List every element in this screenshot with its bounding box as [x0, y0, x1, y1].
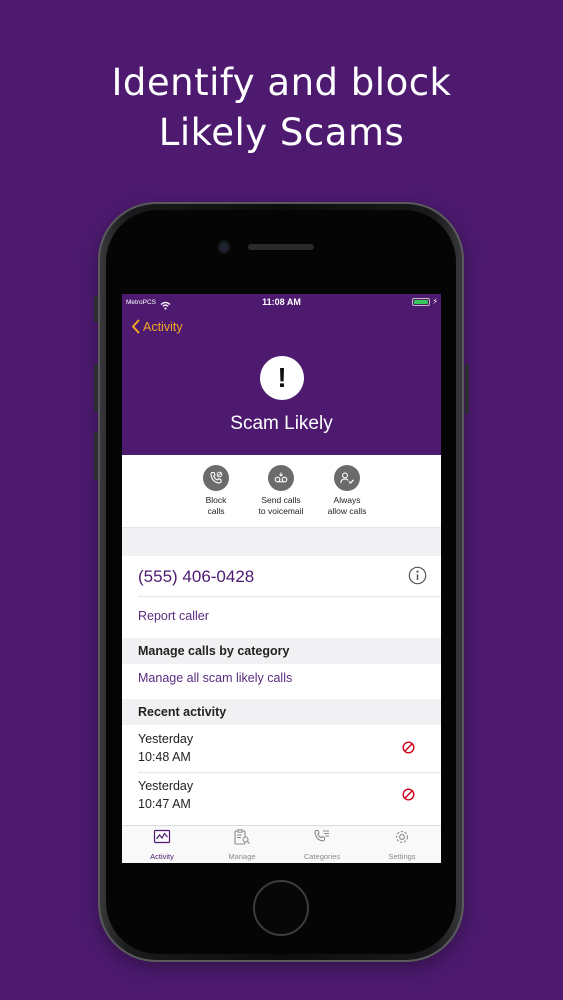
headline-line-2: Likely Scams	[158, 111, 405, 154]
caller-name: Scam Likely	[230, 413, 333, 434]
always-allow-label: Always allow calls	[327, 495, 367, 516]
power-button	[465, 364, 469, 414]
tab-label: Settings	[388, 852, 416, 861]
activity-row[interactable]: Yesterday 10:47 AM	[122, 772, 441, 819]
tab-label: Manage	[228, 852, 256, 861]
phone-list-icon	[314, 829, 329, 842]
manage-section-header: Manage calls by category	[122, 638, 441, 664]
chevron-left-icon	[132, 319, 140, 334]
section-spacer	[122, 528, 441, 556]
clipboard-search-icon	[234, 829, 250, 845]
caller-phone-number: (555) 406-0428	[138, 567, 255, 586]
battery-icon	[412, 298, 430, 306]
activity-day: Yesterday	[138, 732, 194, 746]
tab-manage[interactable]: Manage	[202, 829, 282, 861]
activity-row[interactable]: Yesterday 10:48 AM	[122, 725, 441, 772]
alert-symbol: !	[277, 362, 287, 393]
allow-user-icon	[334, 465, 360, 491]
status-time: 11:08 AM	[262, 297, 301, 307]
mute-switch	[94, 296, 98, 322]
headline-line-1: Identify and block	[111, 61, 452, 104]
divider	[138, 596, 441, 597]
back-button[interactable]: Activity	[131, 319, 183, 334]
recent-activity-header: Recent activity	[122, 699, 441, 725]
phone-block-icon	[203, 465, 229, 491]
blocked-icon	[402, 788, 415, 806]
headline: Identify and block Likely Scams	[0, 58, 563, 158]
activity-time: 10:47 AM	[138, 797, 191, 811]
voicemail-icon	[268, 465, 294, 491]
tab-label: Activity	[150, 852, 174, 861]
action-bar: Block calls Send calls to voicemail Alwa…	[122, 455, 441, 528]
alert-icon: !	[260, 356, 304, 400]
back-label: Activity	[143, 319, 183, 334]
front-camera	[219, 242, 229, 252]
tab-label: Categories	[303, 852, 341, 861]
activity-chart-icon	[153, 829, 171, 844]
volume-up-button	[94, 364, 98, 412]
manage-all-scam-calls-link[interactable]: Manage all scam likely calls	[138, 671, 292, 685]
charging-icon: ⚡	[432, 297, 438, 306]
volume-down-button	[94, 432, 98, 480]
always-allow-button[interactable]: Always allow calls	[307, 465, 387, 517]
phone-screen: MetroPCS 11:08 AM ⚡ Activity ! Scam Like…	[122, 294, 441, 863]
tab-bar: Activity Manage Categories Settings	[122, 825, 441, 863]
tab-activity[interactable]: Activity	[122, 829, 202, 861]
earpiece-speaker	[248, 244, 314, 250]
status-bar: MetroPCS 11:08 AM ⚡	[122, 294, 441, 312]
info-icon[interactable]	[408, 566, 427, 590]
home-button[interactable]	[253, 880, 309, 936]
activity-time: 10:48 AM	[138, 750, 191, 764]
tab-categories[interactable]: Categories	[282, 829, 362, 861]
activity-day: Yesterday	[138, 779, 194, 793]
blocked-icon	[402, 741, 415, 759]
report-caller-link[interactable]: Report caller	[138, 609, 209, 623]
gear-icon	[396, 831, 408, 843]
tab-settings[interactable]: Settings	[362, 829, 441, 861]
